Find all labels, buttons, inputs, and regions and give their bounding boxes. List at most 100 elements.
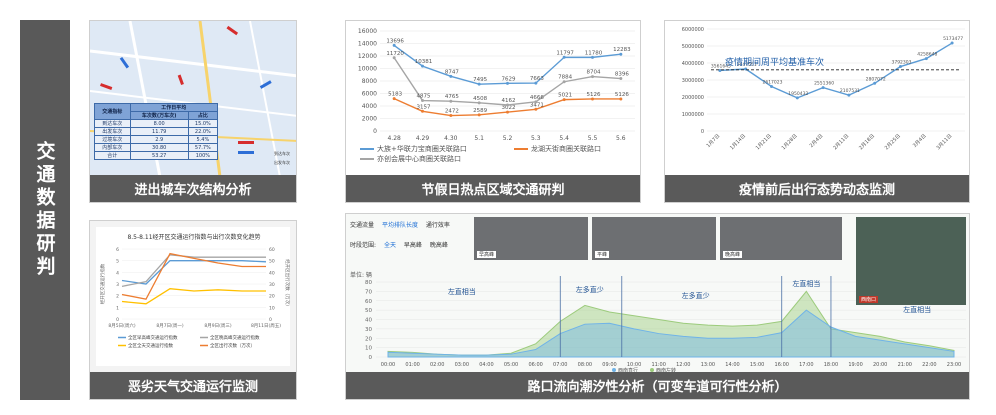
table-row: 合计 53.27 100% (94, 151, 219, 160)
panel-severe-weather[interactable]: 8.5-8.11经开区交通运行指数与出行次数变化趋势 0 0 1 10 2 20 3 30 4 40… (89, 220, 297, 400)
y-tick-label: 2000 (362, 116, 377, 123)
y-tick-label: 40 (365, 318, 372, 324)
cell: 5.4% (187, 135, 219, 144)
x-tick-label: 5.5 (588, 135, 598, 142)
filter-all-day[interactable]: 全天 (384, 242, 396, 249)
data-label: 4162 (502, 98, 516, 104)
metric-tabs: 交通流量 平均排队长度 通行效率 (350, 220, 456, 229)
panel-intersection-tidal[interactable]: 交通流量 平均排队长度 通行效率 时段范围: 全天 早高峰 晚高峰 早高峰 平峰… (345, 213, 970, 400)
table-header-weekday: 工作日平均 (129, 103, 219, 112)
x-tick-label: 2月4日 (809, 133, 825, 149)
period-annotation: 左直相当 (903, 305, 931, 314)
x-tick-label: 08:00 (578, 362, 592, 368)
data-label: 5126 (615, 92, 629, 98)
y-tick-label: 0 (369, 355, 373, 361)
table-subheader-count: 车次数(万车次) (129, 111, 189, 120)
reference-annotation: 疫情期间周平均基准车次 (725, 56, 824, 68)
x-tick-label: 4.30 (444, 135, 458, 142)
chart-title: 8.5-8.11经开区交通运行指数与出行次数变化趋势 (127, 233, 260, 241)
tab-traffic-volume[interactable]: 交通流量 (350, 222, 374, 229)
panel-caption: 恶劣天气交通运行监测 (90, 372, 296, 399)
filter-pm-peak[interactable]: 晚高峰 (430, 242, 448, 249)
panel-caption: 疫情前后出行态势动态监测 (665, 175, 969, 202)
table-subheader-ratio: 占比 (187, 111, 219, 120)
legend-departure: 出发车次 (274, 160, 290, 165)
x-tick-label: 09:00 (602, 362, 616, 368)
x-tick-label: 8月11日(周五) (251, 323, 281, 329)
y-tick-label: 5000000 (682, 44, 704, 50)
y-tick-label: 6000 (362, 91, 377, 98)
cell: 过境车次 (94, 135, 131, 144)
y-tick-label: 2000000 (682, 95, 704, 101)
epidemic-line-chart: 0 1000000 2000000 3000000 4000000 5000000 6000… (682, 27, 965, 151)
panel-entry-exit-structure[interactable]: 交通指标 工作日平均 车次数(万车次) 占比 到达车次 8.00 15.0% 出发车… (89, 20, 297, 203)
y-tick-label: 60 (365, 299, 372, 305)
data-label: 2107531 (840, 88, 860, 94)
photo-label: 西南口 (859, 296, 879, 303)
filter-label: 时段范围: (350, 242, 377, 249)
cell: 8.00 (129, 119, 189, 128)
x-tick-label: 1月7日 (705, 133, 721, 149)
x-tick-label: 8月7日(周一) (156, 323, 183, 329)
data-label: 3471 (530, 102, 544, 108)
legend-entry: 全区全天交通运行指数 (128, 342, 173, 349)
data-label: 4666 (530, 95, 544, 101)
cell: 内部车次 (94, 143, 131, 152)
data-label: 3792303 (891, 60, 911, 66)
data-label: 5183 (388, 92, 402, 98)
data-label: 4765 (445, 94, 459, 100)
cell: 57.7% (187, 143, 219, 152)
map-legend: 到达车次 出发车次 (274, 149, 290, 167)
table-row: 内部车次 30.80 57.7% (94, 143, 219, 152)
intersection-map: 西南口 (856, 217, 966, 305)
x-tick-label: 1月21日 (755, 133, 773, 151)
data-label: 5173477 (943, 36, 963, 42)
y-tick-label: 6000000 (682, 27, 704, 33)
x-tick-label: 5.4 (559, 135, 569, 142)
cell: 22.0% (187, 127, 219, 136)
x-tick-label: 00:00 (381, 362, 395, 368)
time-filter: 时段范围: 全天 早高峰 晚高峰 (350, 240, 454, 249)
series-line-0 (719, 42, 953, 99)
panel-holiday-hotspot[interactable]: 0 2000 4000 6000 8000 10000 12000 14000 16000 4.2… (345, 20, 641, 203)
y2-tick-label: 20 (269, 294, 275, 300)
x-tick-label: 07:00 (553, 362, 567, 368)
data-label: 5126 (587, 92, 601, 98)
y-tick-label: 30 (365, 327, 372, 333)
x-tick-label: 3月4日 (912, 133, 928, 149)
y-tick-label: 4000 (362, 103, 377, 110)
tab-efficiency[interactable]: 通行效率 (426, 222, 450, 229)
photo-label: 平峰 (595, 251, 610, 258)
period-annotation: 左直相当 (792, 279, 820, 288)
holiday-line-chart: 0 2000 4000 6000 8000 10000 12000 14000 16000 4.2… (358, 28, 635, 163)
y-tick-label: 0 (116, 317, 119, 323)
photo-label: 晚高峰 (723, 251, 743, 258)
series-line-2 (121, 287, 266, 305)
photo-pm-peak: 晚高峰 (720, 217, 842, 260)
data-label: 1950432 (788, 91, 808, 97)
data-label: 4875 (417, 94, 431, 100)
panel-epidemic-monitoring[interactable]: 0 1000000 2000000 3000000 4000000 5000000 6000… (664, 20, 970, 203)
cell: 15.0% (187, 119, 219, 128)
data-label: 7495 (473, 77, 487, 83)
legend-entry: 大族+华联力宝商圈关联路口 (377, 144, 467, 153)
legend-entry: 全区晚高峰交通运行指数 (210, 334, 260, 341)
data-label: 13696 (386, 38, 404, 44)
x-tick-label: 4.29 (416, 135, 430, 142)
x-tick-label: 06:00 (528, 362, 542, 368)
photo-off-peak: 平峰 (592, 217, 716, 260)
y-tick-label: 8000 (362, 78, 377, 85)
cell: 出发车次 (94, 127, 131, 136)
legend-entry: 亦创会展中心商圈关联路口 (377, 154, 461, 163)
x-tick-label: 4.28 (387, 135, 401, 142)
data-label: 11780 (585, 50, 603, 56)
data-label: 8396 (615, 72, 629, 78)
tab-queue-length[interactable]: 平均排队长度 (382, 222, 418, 229)
legend-entry: 全区出行次数（万次） (210, 342, 255, 349)
y-tick-label: 0 (373, 128, 377, 135)
y-tick-label: 3 (116, 282, 119, 288)
cell: 合计 (94, 151, 131, 160)
filter-am-peak[interactable]: 早高峰 (404, 242, 422, 249)
x-tick-label: 8月9日(周三) (204, 323, 231, 329)
panel-caption: 路口流向潮汐性分析（可变车道可行性分析） (346, 372, 969, 399)
